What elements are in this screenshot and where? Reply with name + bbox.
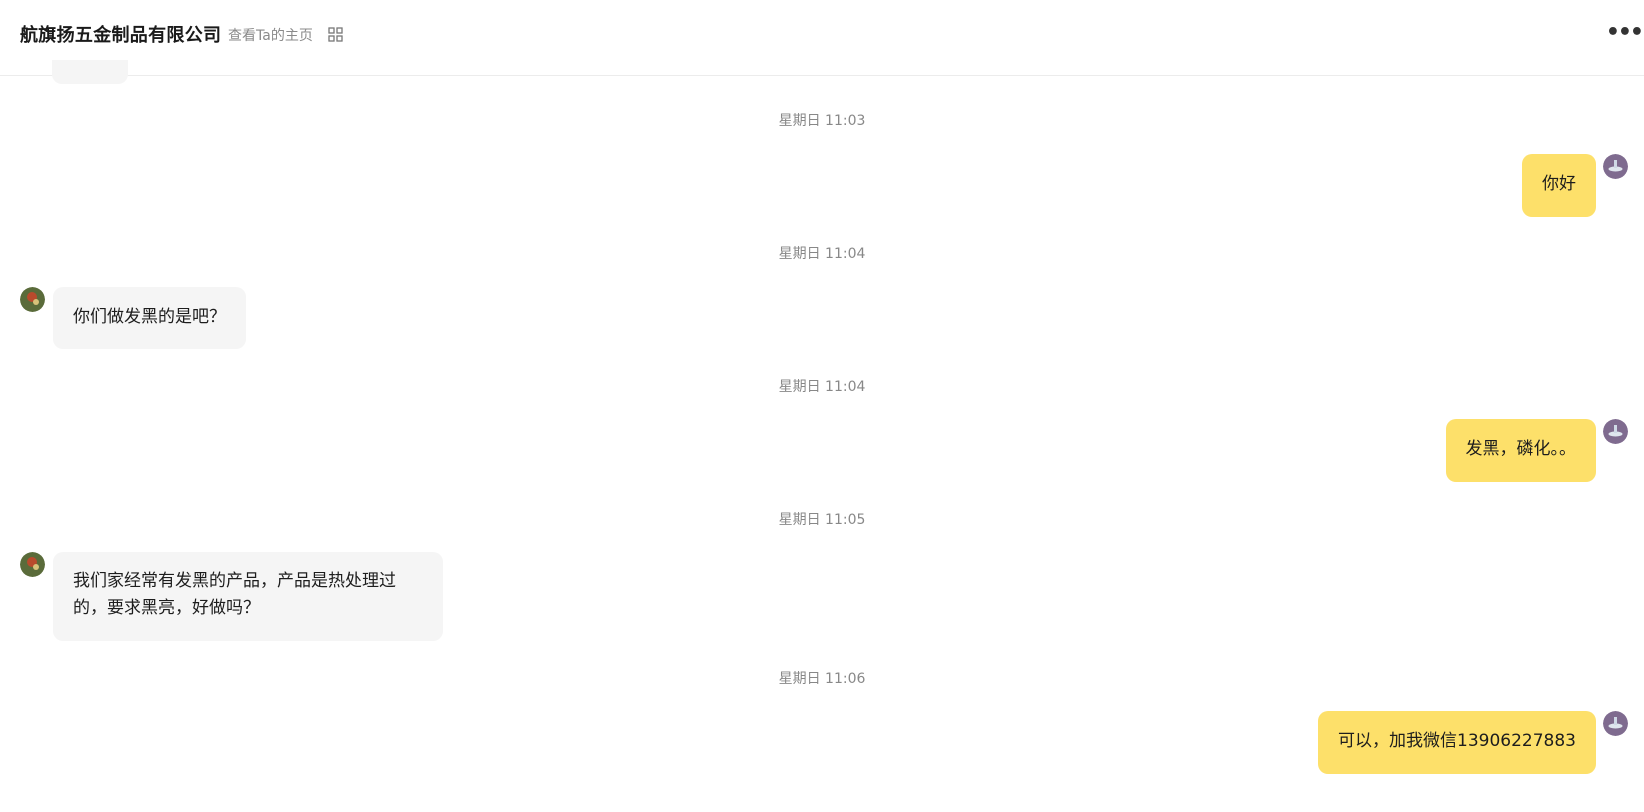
outgoing-message-bubble[interactable]: 你好 — [1522, 154, 1596, 217]
message-timestamp: 星期日 11:04 — [778, 379, 866, 395]
more-dots-icon[interactable]: ••• — [1606, 20, 1644, 45]
contact-avatar[interactable] — [20, 287, 45, 312]
previous-message-bubble — [52, 60, 128, 84]
message-text-line: 的，要求黑亮，好做吗？ — [73, 598, 260, 618]
message-timestamp: 星期日 11:05 — [778, 512, 866, 528]
chat-title: 航旗扬五金制品有限公司 — [20, 25, 222, 46]
message-text-line: 我们家经常有发黑的产品，产品是热处理过 — [73, 571, 396, 591]
chat-header: 航旗扬五金制品有限公司 查看Ta的主页 ••• — [0, 0, 1644, 76]
qr-code-icon[interactable] — [328, 27, 343, 42]
my-avatar[interactable] — [1603, 711, 1628, 736]
incoming-message-bubble[interactable]: 你们做发黑的是吧？ — [53, 287, 246, 349]
message-timestamp: 星期日 11:03 — [778, 113, 866, 129]
message-timestamp: 星期日 11:04 — [778, 246, 866, 262]
incoming-message-bubble[interactable]: 我们家经常有发黑的产品，产品是热处理过 的，要求黑亮，好做吗？ — [53, 552, 443, 641]
contact-avatar[interactable] — [20, 552, 45, 577]
view-homepage-link[interactable]: 查看Ta的主页 — [228, 25, 313, 45]
outgoing-message-bubble[interactable]: 可以，加我微信13906227883 — [1318, 711, 1596, 774]
outgoing-message-bubble[interactable]: 发黑，磷化。。 — [1445, 419, 1596, 482]
my-avatar[interactable] — [1603, 419, 1628, 444]
my-avatar[interactable] — [1603, 154, 1628, 179]
message-timestamp: 星期日 11:06 — [778, 671, 866, 687]
